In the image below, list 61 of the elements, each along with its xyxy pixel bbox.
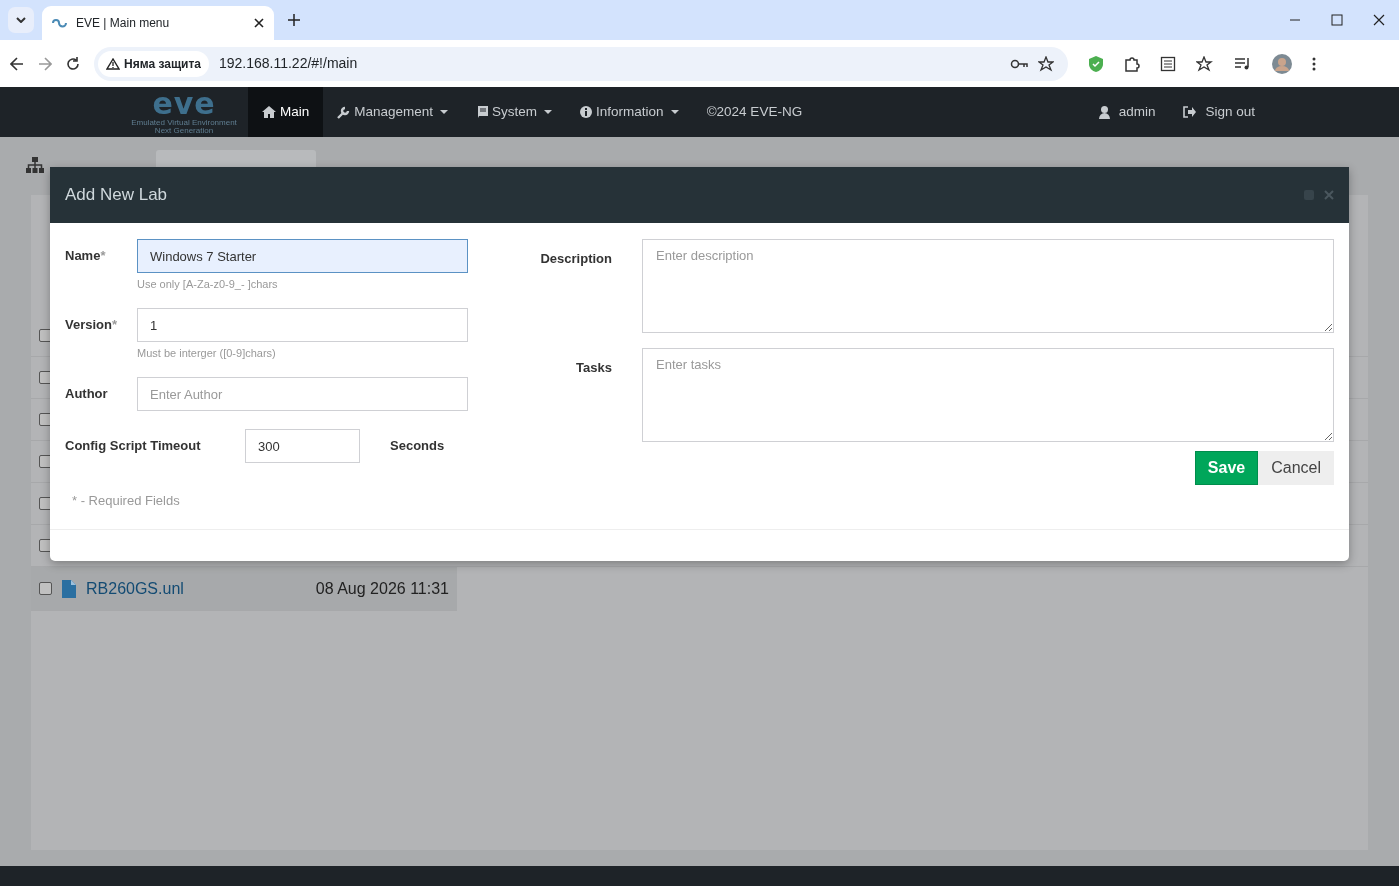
unit-label: Seconds bbox=[390, 437, 446, 456]
file-date: 08 Aug 2026 11:31 bbox=[315, 578, 449, 599]
field-label: Author bbox=[65, 385, 109, 404]
input-field[interactable]: 1 bbox=[137, 308, 468, 342]
help-text: Use only [A-Za-z0-9_- ]chars bbox=[137, 278, 278, 290]
sign-out-icon bbox=[1183, 106, 1197, 118]
forward-icon[interactable] bbox=[38, 56, 52, 71]
nav-link[interactable]: Management bbox=[323, 87, 463, 137]
avatar-icon[interactable] bbox=[1272, 53, 1292, 74]
security-chip[interactable]: Няма защита bbox=[98, 50, 209, 77]
tab-title: EVE | Main menu bbox=[76, 15, 170, 32]
favorites-icon[interactable] bbox=[1196, 55, 1214, 72]
field-label: Version* bbox=[65, 316, 119, 335]
nav-link[interactable]: Information bbox=[566, 87, 693, 137]
list-icon[interactable] bbox=[1160, 55, 1176, 72]
media-icon[interactable] bbox=[1234, 56, 1252, 71]
user-menu[interactable]: admin bbox=[1084, 87, 1170, 137]
key-icon[interactable] bbox=[1010, 58, 1028, 69]
browser-tab[interactable]: EVE | Main menu bbox=[42, 6, 274, 40]
home-icon bbox=[262, 106, 276, 118]
more-icon[interactable] bbox=[1312, 56, 1316, 71]
close-icon[interactable] bbox=[254, 18, 264, 28]
file-icon bbox=[62, 579, 76, 598]
tab-list-button[interactable] bbox=[8, 7, 34, 33]
field-label: Name* bbox=[65, 247, 107, 266]
field-label: Tasks bbox=[575, 359, 612, 377]
chevron-down-icon bbox=[16, 17, 26, 23]
field-label: Config Script Timeout bbox=[65, 437, 202, 456]
back-icon[interactable] bbox=[10, 56, 24, 71]
book-icon bbox=[476, 106, 489, 118]
cancel-button[interactable]: Cancel bbox=[1258, 451, 1334, 485]
wrench-icon bbox=[337, 105, 351, 119]
help-text: Must be interger ([0-9]chars) bbox=[137, 347, 276, 359]
text-area[interactable]: Enter description bbox=[642, 239, 1334, 333]
input-field[interactable]: Enter Author bbox=[137, 377, 468, 411]
url-text: 192.168.11.22/#!/main bbox=[218, 54, 358, 73]
file-link[interactable]: RB260GS.unl bbox=[86, 576, 184, 601]
puzzle-icon[interactable] bbox=[1124, 55, 1140, 72]
dialog-title: Add New Lab bbox=[65, 184, 168, 207]
shield-icon[interactable] bbox=[1088, 54, 1104, 73]
close-icon[interactable] bbox=[1373, 14, 1385, 26]
logo[interactable]: eve Emulated Virtual Environment Next Generation bbox=[124, 89, 244, 135]
nav-link[interactable]: Main bbox=[248, 87, 324, 137]
info-icon bbox=[580, 106, 593, 118]
warning-icon bbox=[106, 57, 120, 70]
sign-out-link[interactable]: Sign out bbox=[1169, 87, 1269, 137]
maximize-icon[interactable] bbox=[1331, 14, 1343, 26]
reload-icon[interactable] bbox=[66, 56, 80, 71]
checkbox[interactable] bbox=[39, 582, 52, 595]
required-note: * - Required Fields bbox=[72, 492, 180, 510]
star-icon[interactable] bbox=[1038, 55, 1054, 72]
field-label: Description bbox=[539, 250, 612, 268]
input-field[interactable]: 300 bbox=[245, 429, 360, 463]
text-area[interactable]: Enter tasks bbox=[642, 348, 1334, 442]
plus-icon[interactable] bbox=[288, 14, 300, 26]
nav-link[interactable]: System bbox=[462, 87, 567, 137]
sitemap-icon bbox=[26, 157, 44, 173]
input-field[interactable]: Windows 7 Starter bbox=[137, 239, 468, 273]
user-icon bbox=[1098, 105, 1110, 119]
eve-logo-icon bbox=[52, 18, 68, 28]
nav-link[interactable]: ©2024 EVE-NG bbox=[692, 87, 817, 137]
